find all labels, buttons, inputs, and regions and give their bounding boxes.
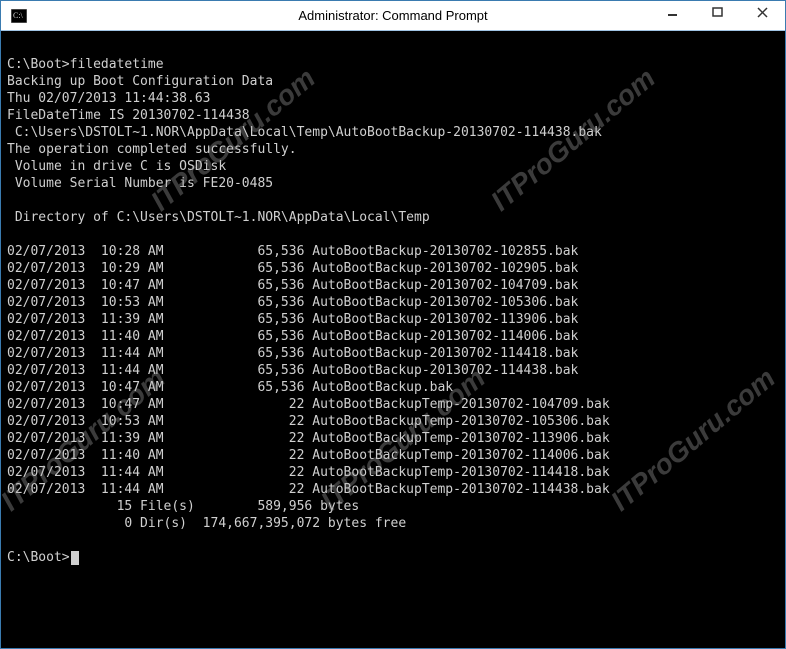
output-line: Backing up Boot Configuration Data	[7, 73, 779, 90]
blank-line	[7, 226, 779, 243]
watermark: ITProGuru.com	[609, 367, 776, 511]
output-line: FileDateTime IS 20130702-114438	[7, 107, 779, 124]
output-line: Thu 02/07/2013 11:44:38.63	[7, 90, 779, 107]
command-text: filedatetime	[70, 57, 164, 72]
window-controls	[650, 1, 785, 30]
minimize-button[interactable]	[650, 1, 695, 23]
summary-line: 15 File(s) 589,956 bytes	[7, 498, 779, 515]
output-line: Directory of C:\Users\DSTOLT~1.NOR\AppDa…	[7, 209, 779, 226]
output-line: C:\Users\DSTOLT~1.NOR\AppData\Local\Temp…	[7, 124, 779, 141]
blank-line	[7, 532, 779, 549]
blank-line	[7, 39, 779, 56]
output-line: The operation completed successfully.	[7, 141, 779, 158]
summary-line: 0 Dir(s) 174,667,395,072 bytes free	[7, 515, 779, 532]
cursor	[71, 551, 79, 565]
terminal-output[interactable]: C:\Boot>filedatetimeBacking up Boot Conf…	[1, 31, 785, 648]
prompt-line: C:\Boot>filedatetime	[7, 56, 779, 73]
maximize-button[interactable]	[695, 1, 740, 23]
cmd-icon: C:\	[9, 6, 29, 26]
command-prompt-window: C:\ Administrator: Command Prompt C:\Boo…	[0, 0, 786, 649]
output-line: Volume Serial Number is FE20-0485	[7, 175, 779, 192]
titlebar[interactable]: C:\ Administrator: Command Prompt	[1, 1, 785, 31]
prompt-path: C:\Boot>	[7, 550, 70, 565]
output-line: Volume in drive C is OSDisk	[7, 158, 779, 175]
prompt-line: C:\Boot>	[7, 549, 779, 566]
blank-line	[7, 192, 779, 209]
prompt-path: C:\Boot>	[7, 57, 70, 72]
file-listing: 02/07/2013 10:28 AM 65,536 AutoBootBacku…	[7, 244, 610, 497]
svg-text:C:\: C:\	[13, 11, 24, 20]
close-button[interactable]	[740, 1, 785, 23]
